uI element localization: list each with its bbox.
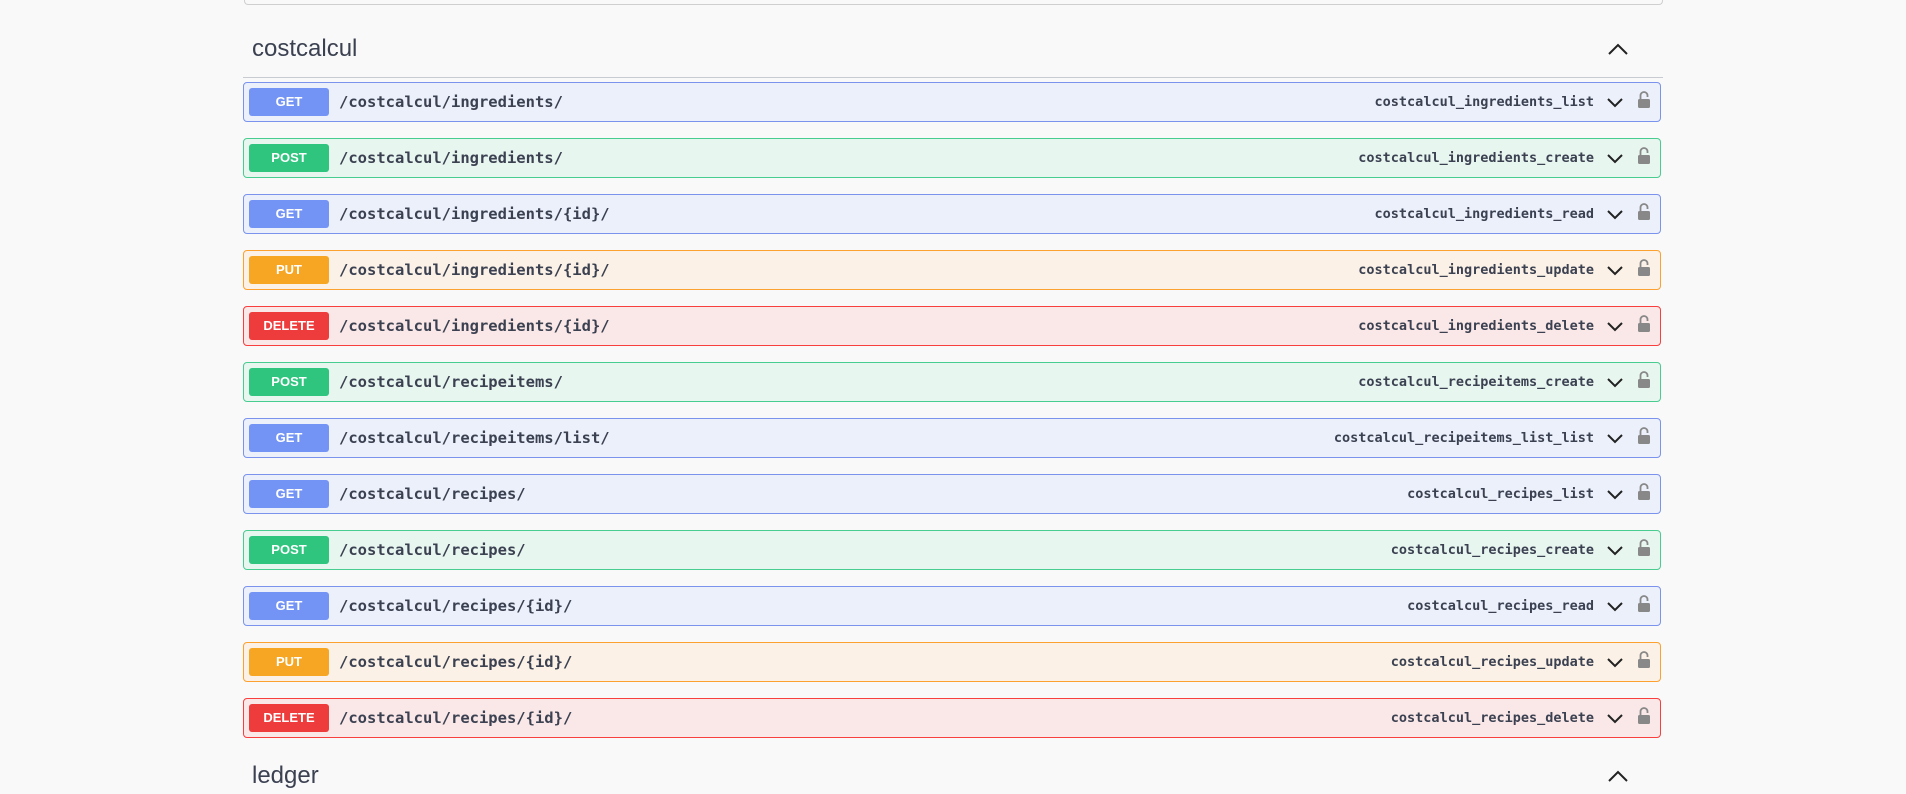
operation-row-get[interactable]: GET/costcalcul/recipes/costcalcul_recipe…: [243, 474, 1661, 514]
lock-icon[interactable]: [1637, 89, 1651, 111]
operation-id: costcalcul_ingredients_read: [1374, 206, 1594, 222]
swagger-page: costcalcul GET/costcalcul/ingredients/co…: [0, 0, 1906, 794]
method-badge: GET: [249, 592, 329, 620]
chevron-up-icon[interactable]: [1607, 42, 1629, 56]
operation-id: costcalcul_recipes_list: [1407, 486, 1594, 502]
tag-title: ledger: [252, 762, 319, 789]
tag-title: costcalcul: [252, 35, 358, 62]
method-badge: PUT: [249, 648, 329, 676]
chevron-up-icon[interactable]: [1607, 769, 1629, 783]
operation-id: costcalcul_recipes_read: [1407, 598, 1594, 614]
operation-path: /costcalcul/ingredients/: [339, 93, 563, 111]
operation-id: costcalcul_recipes_update: [1390, 654, 1594, 670]
operation-path: /costcalcul/recipes/: [339, 541, 526, 559]
chevron-down-icon[interactable]: [1606, 600, 1624, 612]
lock-icon[interactable]: [1637, 705, 1651, 727]
lock-icon[interactable]: [1637, 425, 1651, 447]
chevron-down-icon[interactable]: [1606, 264, 1624, 276]
method-badge: DELETE: [249, 704, 329, 732]
chevron-down-icon[interactable]: [1606, 96, 1624, 108]
chevron-down-icon[interactable]: [1606, 320, 1624, 332]
lock-icon[interactable]: [1637, 369, 1651, 391]
operation-row-post[interactable]: POST/costcalcul/recipeitems/costcalcul_r…: [243, 362, 1661, 402]
tag-section-costcalcul: costcalcul GET/costcalcul/ingredients/co…: [243, 0, 1663, 738]
operation-row-get[interactable]: GET/costcalcul/recipes/{id}/ costcalcul_r…: [243, 586, 1661, 626]
operation-path: /costcalcul/recipes/: [339, 485, 526, 503]
lock-icon[interactable]: [1637, 257, 1651, 279]
method-badge: POST: [249, 368, 329, 396]
chevron-down-icon[interactable]: [1606, 712, 1624, 724]
chevron-down-icon[interactable]: [1606, 376, 1624, 388]
operation-row-put[interactable]: PUT/costcalcul/recipes/{id}/ costcalcul_r…: [243, 642, 1661, 682]
method-badge: GET: [249, 200, 329, 228]
method-badge: GET: [249, 480, 329, 508]
operation-id: costcalcul_recipes_create: [1390, 542, 1594, 558]
lock-icon[interactable]: [1637, 649, 1651, 671]
operation-id: costcalcul_ingredients_list: [1374, 94, 1594, 110]
tag-section-header[interactable]: ledger: [243, 738, 1663, 794]
operation-path: /costcalcul/ingredients/: [339, 149, 563, 167]
operation-row-post[interactable]: POST/costcalcul/recipes/costcalcul_recip…: [243, 530, 1661, 570]
operation-id: costcalcul_ingredients_update: [1358, 262, 1594, 278]
operation-id: costcalcul_recipeitems_create: [1358, 374, 1594, 390]
operation-id: costcalcul_ingredients_delete: [1358, 318, 1594, 334]
chevron-down-icon[interactable]: [1606, 488, 1624, 500]
operation-id: costcalcul_recipeitems_list_list: [1333, 430, 1594, 446]
method-badge: POST: [249, 536, 329, 564]
operation-path: /costcalcul/ingredients/{id}/: [339, 261, 610, 279]
lock-icon[interactable]: [1637, 593, 1651, 615]
operation-row-put[interactable]: PUT/costcalcul/ingredients/{id}/ costcalc…: [243, 250, 1661, 290]
lock-icon[interactable]: [1637, 145, 1651, 167]
chevron-down-icon[interactable]: [1606, 152, 1624, 164]
chevron-down-icon[interactable]: [1606, 208, 1624, 220]
operation-path: /costcalcul/ingredients/{id}/: [339, 317, 610, 335]
method-badge: DELETE: [249, 312, 329, 340]
operation-path: /costcalcul/recipeitems/list/: [339, 429, 610, 447]
lock-icon[interactable]: [1637, 313, 1651, 335]
operation-id: costcalcul_ingredients_create: [1358, 150, 1594, 166]
operation-row-get[interactable]: GET/costcalcul/ingredients/costcalcul_in…: [243, 82, 1661, 122]
chevron-down-icon[interactable]: [1606, 432, 1624, 444]
method-badge: GET: [249, 424, 329, 452]
operation-row-post[interactable]: POST/costcalcul/ingredients/costcalcul_i…: [243, 138, 1661, 178]
method-badge: GET: [249, 88, 329, 116]
lock-icon[interactable]: [1637, 201, 1651, 223]
lock-icon[interactable]: [1637, 481, 1651, 503]
chevron-down-icon[interactable]: [1606, 656, 1624, 668]
operation-path: /costcalcul/recipes/{id}/: [339, 709, 573, 727]
operation-path: /costcalcul/recipes/{id}/: [339, 653, 573, 671]
operation-row-delete[interactable]: DELETE/costcalcul/ingredients/{id}/ costc…: [243, 306, 1661, 346]
tag-section-header[interactable]: costcalcul: [243, 0, 1663, 78]
lock-icon[interactable]: [1637, 537, 1651, 559]
operation-id: costcalcul_recipes_delete: [1390, 710, 1594, 726]
operation-path: /costcalcul/recipes/{id}/: [339, 597, 573, 615]
tag-section-ledger: ledger: [243, 738, 1663, 794]
method-badge: PUT: [249, 256, 329, 284]
method-badge: POST: [249, 144, 329, 172]
operation-path: /costcalcul/recipeitems/: [339, 373, 563, 391]
chevron-down-icon[interactable]: [1606, 544, 1624, 556]
operation-row-get[interactable]: GET/costcalcul/recipeitems/list/costcalc…: [243, 418, 1661, 458]
operation-path: /costcalcul/ingredients/{id}/: [339, 205, 610, 223]
operation-row-get[interactable]: GET/costcalcul/ingredients/{id}/ costcalc…: [243, 194, 1661, 234]
operation-row-delete[interactable]: DELETE/costcalcul/recipes/{id}/ costcalcu…: [243, 698, 1661, 738]
